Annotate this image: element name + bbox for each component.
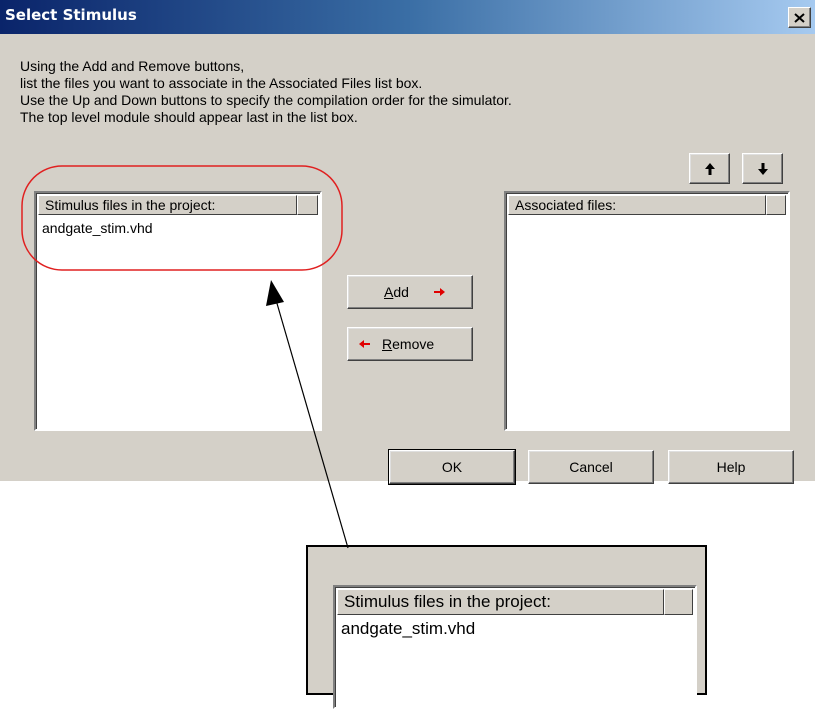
pointer-line <box>275 299 349 549</box>
annotation-overlay <box>21 165 349 549</box>
pointer-arrowhead <box>266 280 284 306</box>
highlight-ring <box>21 165 343 271</box>
